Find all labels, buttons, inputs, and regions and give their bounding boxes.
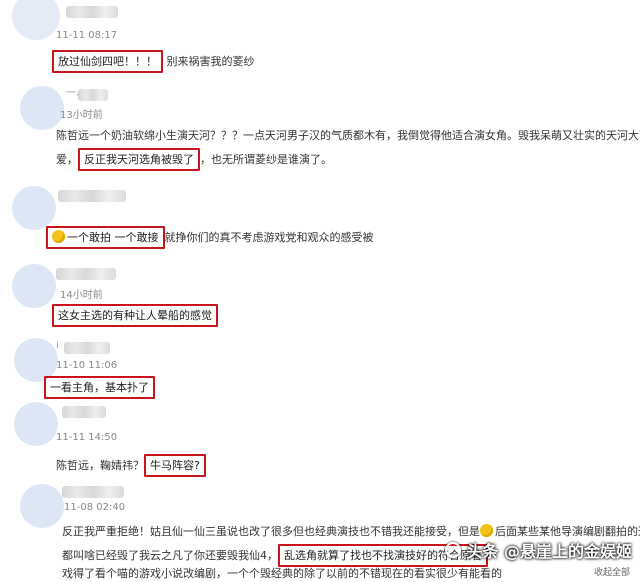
comment-text-line: 都叫啥已经毁了我云之凡了你还要毁我仙4， 乱选角就算了找也不找演技好的符合原著 <box>62 544 488 567</box>
camera-icon <box>444 542 461 558</box>
comment-text-post: 后面某些某他导演编剧翻拍的这 <box>495 525 640 538</box>
highlight-box: 一看主角，基本扑了 <box>44 376 155 399</box>
username-blurred[interactable] <box>62 406 106 418</box>
avatar[interactable] <box>12 186 56 230</box>
comment-item: 14小时前 这女主选的有种让人晕船的感觉 <box>0 262 640 334</box>
avatar[interactable] <box>20 484 64 528</box>
comment-time: 11-08 02:40 <box>64 502 126 513</box>
avatar[interactable] <box>14 402 58 446</box>
highlight-box: 这女主选的有种让人晕船的感觉 <box>52 304 218 327</box>
username-blurred[interactable] <box>56 268 116 280</box>
comment-text-pre: 都叫啥已经毁了我云之凡了你还要毁我仙4， <box>62 549 278 562</box>
comment-text-post: ，也无所谓菱纱是谁演了。 <box>200 153 332 166</box>
comment-time: 11-11 14:50 <box>56 432 118 443</box>
comment-time: 14小时前 <box>60 290 103 301</box>
comment-text-line: 爱， 反正我天河选角被毁了 ，也无所谓菱纱是谁演了。 <box>56 148 332 171</box>
comment-item: 11-11 14:50 陈哲远，鞠婧祎？ 牛马阵容? <box>0 398 640 478</box>
comment-time: 13小时前 <box>60 110 103 121</box>
emoji-icon <box>480 524 493 537</box>
username-blurred[interactable] <box>78 89 108 101</box>
comment-text-line: 陈哲远一个奶油软绵小生演天河？？？一点天河男子汉的气质都木有，我倒觉得他适合演女… <box>56 129 640 142</box>
comment-text-line: 戏得了看个喵的游戏小说改编剧，一个个毁经典的除了以前的不错现在的看实很少有能看的 <box>62 567 502 580</box>
watermark: 头条 @悬崖上的金娱姬 <box>444 538 632 562</box>
comment-item: 一个敢拍 一个敢接 就挣你们的真不考虑游戏党和观众的感受被 <box>0 182 640 260</box>
avatar[interactable] <box>20 86 64 130</box>
avatar[interactable] <box>12 264 56 308</box>
comment-text-pre: 反正我严重拒绝！姑且仙一仙三虽说也改了很多但也经典演技也不错我还能接受，但是 <box>62 525 480 538</box>
highlight-box: 一个敢拍 一个敢接 <box>46 226 165 249</box>
username-blurred[interactable] <box>58 190 126 202</box>
comment-text: 放过仙剑四吧！！！ 别来祸害我的菱纱 <box>52 50 255 73</box>
comment-text: 一个敢拍 一个敢接 就挣你们的真不考虑游戏党和观众的感受被 <box>46 226 374 249</box>
username-blurred[interactable] <box>64 342 110 354</box>
comment-text-pre: 陈哲远，鞠婧祎？ <box>56 459 144 472</box>
highlight-box: 放过仙剑四吧！！！ <box>52 50 163 73</box>
comment-text: 陈哲远，鞠婧祎？ 牛马阵容? <box>56 454 206 477</box>
comment-text-rest: 别来祸害我的菱纱 <box>166 55 255 68</box>
avatar[interactable] <box>12 0 60 40</box>
username-blurred[interactable] <box>62 486 124 498</box>
comment-text-pre: 爱， <box>56 153 78 166</box>
comment-text: 一看主角，基本扑了 <box>44 376 155 399</box>
comment-item: 11-11 08:17 放过仙剑四吧！！！ 别来祸害我的菱纱 <box>0 0 640 78</box>
emoji-icon <box>52 230 65 243</box>
comment-time: 11-11 08:17 <box>56 30 118 41</box>
username-fragment[interactable]: i <box>56 338 59 354</box>
comment-text: 这女主选的有种让人晕船的感觉 <box>52 304 218 327</box>
highlight-box: 反正我天河选角被毁了 <box>78 148 200 171</box>
comment-time: 11-10 11:06 <box>56 360 118 371</box>
comment-item: 一、 13小时前 陈哲远一个奶油软绵小生演天河？？？一点天河男子汉的气质都木有，… <box>0 82 640 182</box>
watermark-text: 头条 @悬崖上的金娱姬 <box>466 542 632 561</box>
highlight-text: 一个敢拍 一个敢接 <box>67 231 159 244</box>
comment-text-rest: 就挣你们的真不考虑游戏党和观众的感受被 <box>164 231 374 244</box>
expand-all-link[interactable]: 收起全部 <box>594 565 630 578</box>
highlight-box: 牛马阵容? <box>144 454 206 477</box>
comment-item: 11-08 02:40 反正我严重拒绝！姑且仙一仙三虽说也改了很多但也经典演技也… <box>0 478 640 582</box>
username-blurred[interactable] <box>66 6 118 18</box>
